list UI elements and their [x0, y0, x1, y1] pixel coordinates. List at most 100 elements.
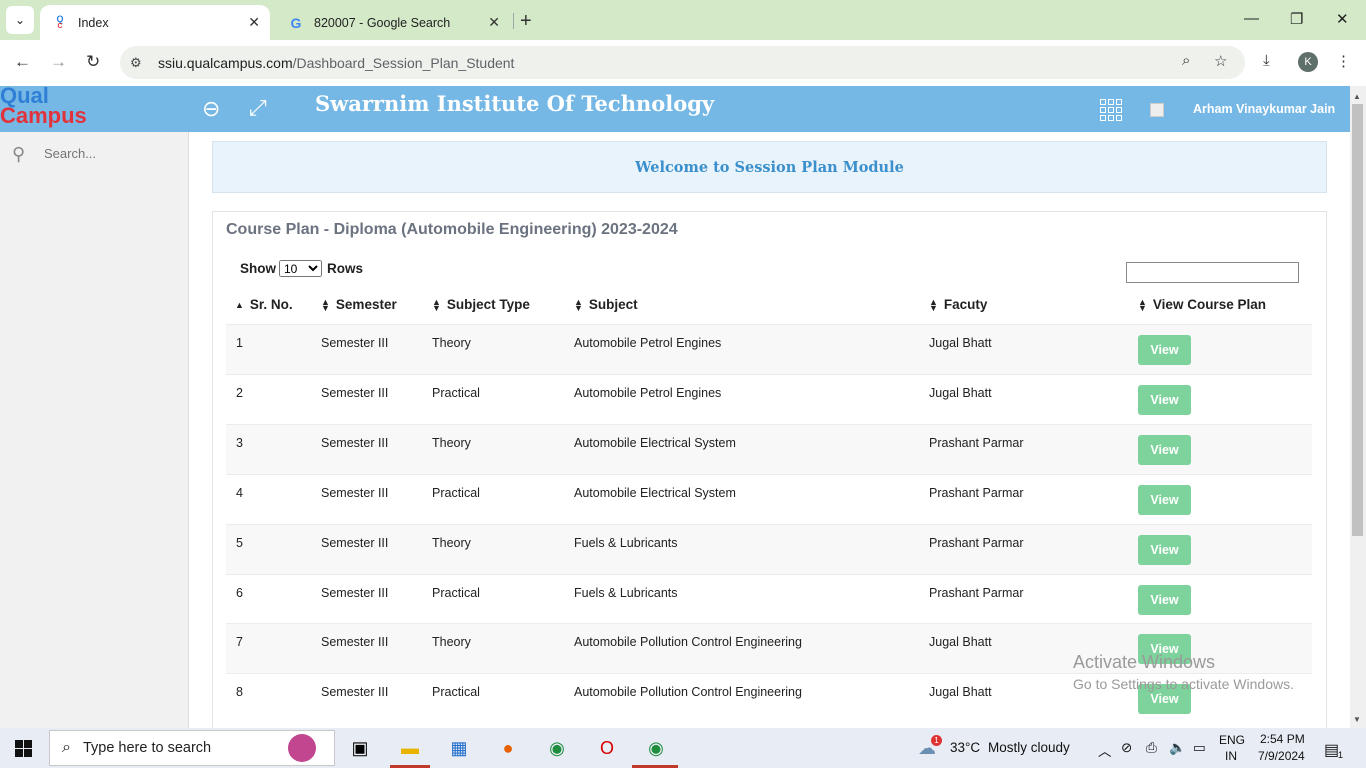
- sort-icon: ▲ ▼: [321, 296, 330, 313]
- windows-taskbar: ⌕ Type here to search ▣ ▬ ▦ ● ◉ O ◉ ☁ 1 …: [0, 728, 1366, 768]
- activate-windows-watermark: Activate Windows Go to Settings to activ…: [1073, 652, 1294, 692]
- column-header-subject[interactable]: ▲ ▼ Subject: [574, 297, 638, 312]
- search-icon: ⌕: [62, 739, 71, 756]
- show-label: Show: [240, 261, 276, 276]
- google-icon: G: [290, 14, 302, 31]
- bookmark-star-icon[interactable]: ☆: [1214, 52, 1227, 70]
- chrome-profile-icon[interactable]: ◉: [642, 734, 670, 762]
- back-arrow-circle-icon[interactable]: ⊖: [202, 96, 220, 122]
- tab-title: Index: [78, 15, 109, 30]
- institute-title: Swarrnim Institute Of Technology: [315, 91, 715, 116]
- taskbar-search-placeholder: Type here to search: [82, 740, 212, 756]
- profile-avatar[interactable]: K: [1298, 52, 1318, 72]
- scroll-up-icon[interactable]: ▲: [1353, 92, 1361, 101]
- qualcampus-logo[interactable]: Qual Campus: [0, 85, 90, 132]
- chrome-icon[interactable]: ◉: [543, 734, 571, 762]
- logo-line2: Campus: [0, 103, 87, 128]
- download-icon[interactable]: ⤓: [1263, 52, 1270, 69]
- column-header-view-course-plan[interactable]: ▲ ▼ View Course Plan: [1138, 297, 1266, 312]
- qualcampus-favicon-icon: QC: [56, 13, 64, 30]
- tab-search-dropdown-icon[interactable]: ⌄: [6, 6, 34, 34]
- firefox-icon[interactable]: ●: [494, 734, 522, 762]
- reload-icon[interactable]: ↻: [86, 52, 100, 72]
- column-header-subject-type[interactable]: ▲ ▼ Subject Type: [432, 297, 530, 312]
- sort-icon: ▲ ▼: [432, 296, 441, 313]
- view-course-plan-button[interactable]: View: [1138, 585, 1191, 615]
- view-course-plan-button[interactable]: View: [1138, 335, 1191, 365]
- search-highlight-icon: [288, 734, 316, 762]
- table-row: 1 Semester III Theory Automobile Petrol …: [226, 324, 1312, 374]
- table-row: 6 Semester III Practical Fuels & Lubrica…: [226, 574, 1312, 624]
- table-row: 5 Semester III Theory Fuels & Lubricants…: [226, 524, 1312, 574]
- address-bar[interactable]: ⚙ ssiu.qualcampus.com/Dashboard_Session_…: [120, 46, 1245, 79]
- close-tab-icon[interactable]: ✕: [488, 14, 500, 31]
- tab-google-search[interactable]: G 820007 - Google Search ✕: [276, 5, 510, 40]
- tab-title: 820007 - Google Search: [314, 15, 451, 30]
- minimize-icon[interactable]: —: [1244, 10, 1259, 27]
- scrollbar-thumb[interactable]: [1352, 104, 1363, 536]
- weather-temp[interactable]: 33°C: [950, 740, 980, 755]
- device-icon[interactable]: ⎙: [1146, 740, 1157, 756]
- welcome-banner: Welcome to Session Plan Module: [212, 141, 1327, 193]
- apps-grid-icon[interactable]: [1100, 99, 1122, 121]
- view-course-plan-button[interactable]: View: [1138, 385, 1191, 415]
- taskbar-search-box[interactable]: ⌕ Type here to search: [49, 730, 335, 766]
- view-course-plan-button[interactable]: View: [1138, 485, 1191, 515]
- table-filter-input[interactable]: [1126, 262, 1299, 283]
- course-plan-title: Course Plan - Diploma (Automobile Engine…: [226, 221, 678, 238]
- close-tab-icon[interactable]: ✕: [248, 14, 260, 31]
- page-size-select[interactable]: 10: [279, 260, 322, 277]
- task-view-icon[interactable]: ▣: [346, 734, 374, 762]
- browser-toolbar: ← → ↻ ⚙ ssiu.qualcampus.com/Dashboard_Se…: [0, 40, 1366, 86]
- url-text[interactable]: ssiu.qualcampus.com/Dashboard_Session_Pl…: [158, 55, 514, 71]
- notification-center-icon[interactable]: ▤: [1324, 740, 1339, 760]
- volume-icon[interactable]: 🔈: [1169, 740, 1186, 756]
- fullscreen-icon[interactable]: ⤢: [249, 95, 267, 121]
- sort-icon: ▲ ▼: [1138, 296, 1147, 313]
- table-row: 2 Semester III Practical Automobile Petr…: [226, 374, 1312, 424]
- notification-count: 1: [1338, 750, 1344, 760]
- user-name[interactable]: Arham Vinaykumar Jain: [1193, 102, 1335, 116]
- view-course-plan-button[interactable]: View: [1138, 435, 1191, 465]
- show-hidden-icons-chevron-icon[interactable]: ︿: [1098, 740, 1112, 760]
- back-icon[interactable]: ←: [14, 52, 31, 72]
- search-icon: ⚲: [12, 144, 26, 164]
- user-avatar-image[interactable]: [1150, 103, 1164, 117]
- view-course-plan-button[interactable]: View: [1138, 535, 1191, 565]
- menu-kebab-icon[interactable]: ⋮: [1336, 52, 1351, 70]
- sort-icon: ▲ ▼: [574, 296, 583, 313]
- zoom-icon[interactable]: ⌕: [1182, 52, 1190, 69]
- column-header-faculty[interactable]: ▲ ▼ Facuty: [929, 297, 987, 312]
- windows-start-icon[interactable]: [15, 740, 32, 757]
- weather-badge: 1: [931, 735, 942, 746]
- column-header-sr-no[interactable]: ▲ Sr. No.: [235, 297, 293, 312]
- scroll-down-icon[interactable]: ▼: [1353, 715, 1361, 724]
- weather-desc[interactable]: Mostly cloudy: [988, 740, 1070, 755]
- browser-tab-strip: ⌄ QC Index ✕ G 820007 - Google Search ✕ …: [0, 0, 1366, 40]
- clock-time[interactable]: 2:54 PM: [1260, 732, 1305, 746]
- tab-index[interactable]: QC Index ✕: [40, 5, 270, 40]
- display-icon[interactable]: ▭: [1193, 740, 1206, 756]
- table-row: 4 Semester III Practical Automobile Elec…: [226, 474, 1312, 524]
- sidebar-search-input[interactable]: [44, 146, 174, 161]
- clock-date[interactable]: 7/9/2024: [1258, 749, 1305, 763]
- page-size-control: Show 10 Rows: [240, 260, 363, 277]
- column-header-semester[interactable]: ▲ ▼ Semester: [321, 297, 397, 312]
- microsoft-store-icon[interactable]: ▦: [445, 734, 473, 762]
- sidebar: ⚲: [0, 132, 189, 728]
- sort-asc-icon: ▲: [235, 299, 244, 310]
- site-settings-icon[interactable]: ⚙: [130, 55, 148, 71]
- new-tab-icon[interactable]: +: [520, 10, 532, 33]
- language-secondary[interactable]: IN: [1225, 749, 1237, 763]
- network-icon[interactable]: ⊘: [1121, 740, 1132, 756]
- forward-icon[interactable]: →: [50, 52, 67, 72]
- file-explorer-icon[interactable]: ▬: [396, 734, 424, 762]
- close-window-icon[interactable]: ✕: [1336, 10, 1349, 28]
- rows-label: Rows: [327, 261, 364, 276]
- table-row: 3 Semester III Theory Automobile Electri…: [226, 424, 1312, 474]
- language-primary[interactable]: ENG: [1219, 733, 1245, 747]
- tab-divider: [513, 13, 514, 29]
- restore-icon[interactable]: ❐: [1290, 10, 1303, 28]
- opera-icon[interactable]: O: [593, 734, 621, 762]
- sort-icon: ▲ ▼: [929, 296, 938, 313]
